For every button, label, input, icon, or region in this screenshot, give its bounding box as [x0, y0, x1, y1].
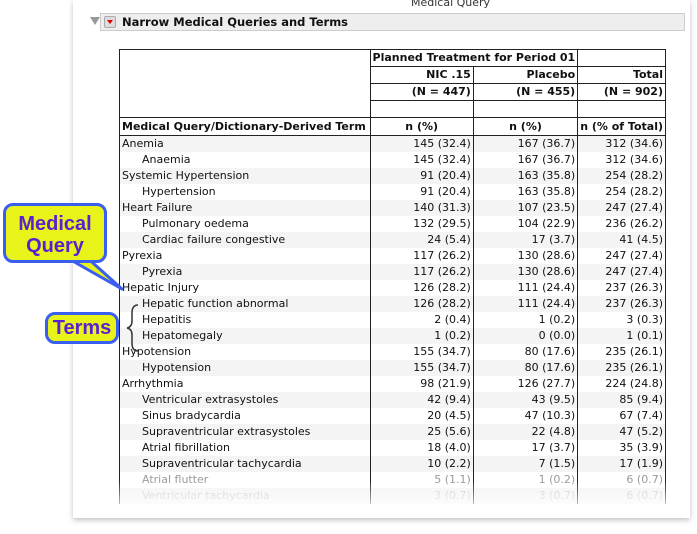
callout-terms: Terms	[45, 312, 119, 344]
brace-icon	[126, 304, 139, 352]
callout-pointers	[60, 253, 139, 352]
callout-medical-query: Medical Query	[3, 203, 107, 263]
